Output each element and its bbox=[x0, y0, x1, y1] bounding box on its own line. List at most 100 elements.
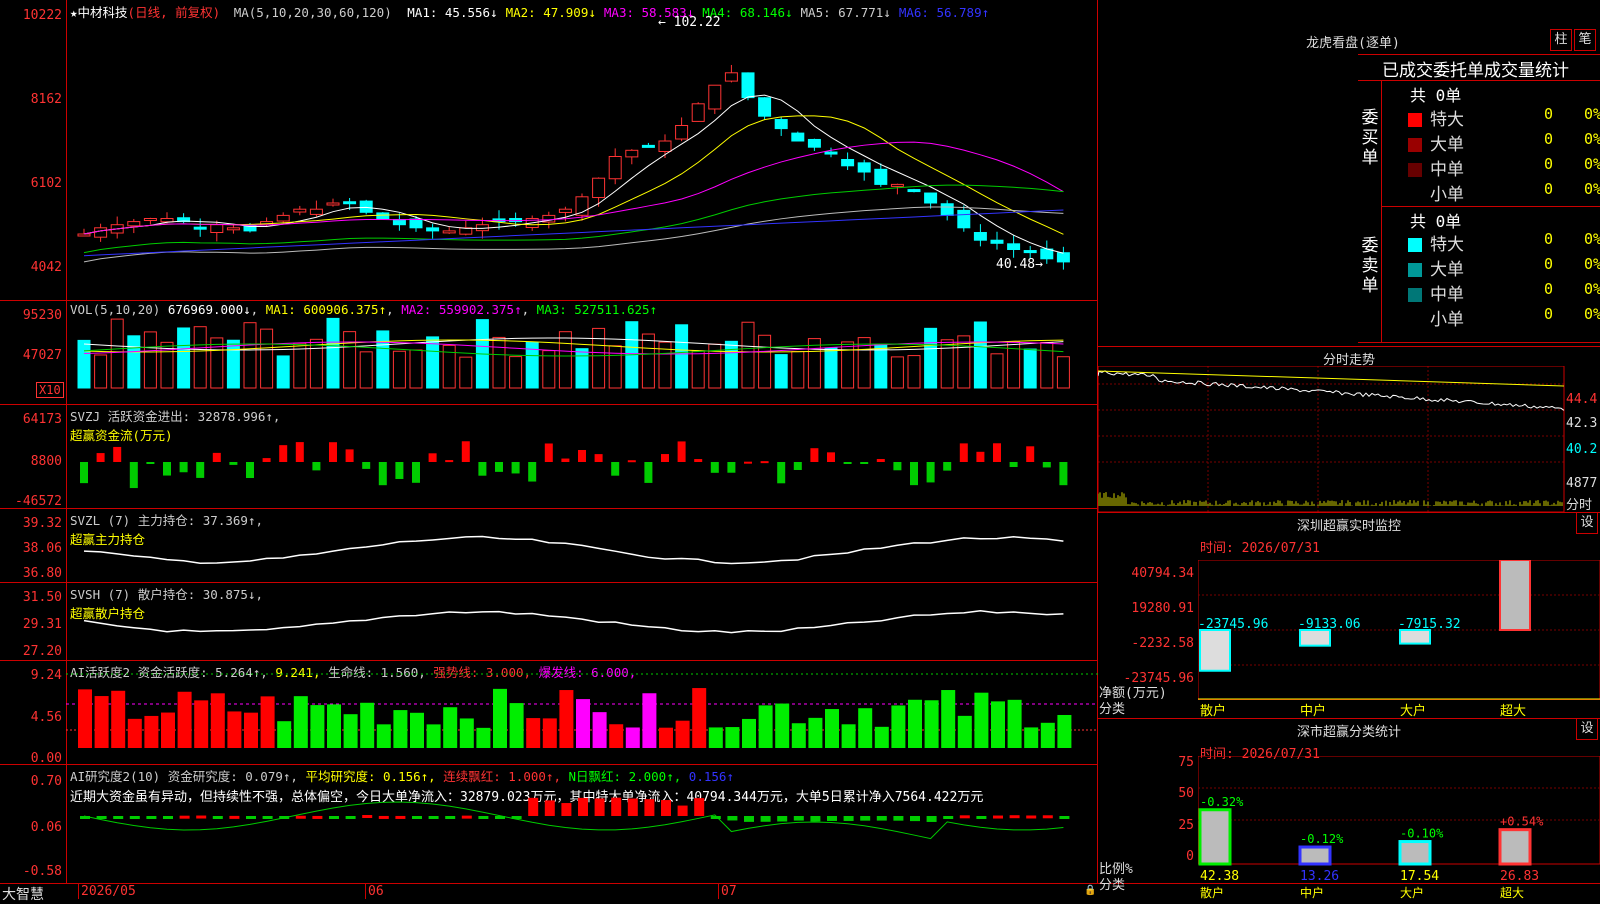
candle bbox=[392, 219, 406, 226]
volume-bar bbox=[210, 337, 224, 389]
candle bbox=[226, 227, 240, 231]
ratio-chart[interactable]: -0.32% 42.38 -0.12% 13.26 -0.10% 17.54 +0.54% 2… bbox=[1198, 756, 1600, 884]
research-bar bbox=[528, 797, 539, 816]
net-bar bbox=[1399, 629, 1431, 645]
activity-bar bbox=[825, 709, 839, 748]
order-row: 中单 0 0% bbox=[1408, 280, 1600, 305]
volume-bar bbox=[376, 330, 390, 389]
volume-bar bbox=[592, 327, 606, 389]
activity-chart[interactable] bbox=[66, 660, 1098, 764]
volume-bar bbox=[127, 335, 141, 389]
research-bar bbox=[843, 816, 854, 821]
candle bbox=[276, 214, 290, 222]
color-swatch bbox=[1408, 238, 1422, 252]
axis-label: 8800 bbox=[30, 454, 62, 469]
ratio-bar bbox=[1498, 828, 1532, 866]
candle bbox=[625, 149, 639, 158]
research-bar bbox=[976, 816, 987, 819]
candle bbox=[907, 189, 921, 193]
activity-bar bbox=[1024, 727, 1039, 748]
volume-bar bbox=[940, 339, 954, 389]
flow-bar bbox=[246, 462, 254, 479]
candle bbox=[127, 221, 141, 227]
candle bbox=[442, 230, 456, 234]
dragon-title: 龙虎看盘(逐单) bbox=[1306, 36, 1400, 51]
axis-label: 75 bbox=[1178, 755, 1194, 770]
order-pct: 0% bbox=[1584, 230, 1600, 248]
axis-label: 25 bbox=[1178, 818, 1194, 833]
activity-bar bbox=[293, 696, 308, 748]
activity-bar bbox=[260, 696, 275, 748]
volume-bar bbox=[276, 355, 290, 389]
candle bbox=[841, 158, 855, 167]
candle bbox=[758, 97, 772, 117]
volume-bar bbox=[575, 348, 589, 389]
flow-bar bbox=[1009, 462, 1018, 468]
order-pct: 0% bbox=[1584, 280, 1600, 298]
volume-bar bbox=[243, 322, 257, 389]
volume-bar bbox=[907, 355, 921, 389]
activity-bar bbox=[874, 726, 889, 748]
flow-bar bbox=[876, 458, 885, 462]
flow-bar bbox=[212, 452, 221, 462]
order-type: 中单 bbox=[1430, 285, 1464, 305]
volume-bar bbox=[226, 339, 240, 389]
bar-view-button[interactable]: 柱 bbox=[1550, 29, 1572, 51]
activity-bar bbox=[1057, 714, 1072, 748]
activity-bar bbox=[692, 688, 707, 748]
main-holding-chart[interactable] bbox=[66, 508, 1098, 582]
candle bbox=[824, 151, 838, 155]
volume-bar bbox=[924, 327, 938, 389]
flow-bar bbox=[694, 459, 703, 462]
axis-label: 0.00 bbox=[30, 751, 62, 766]
chart-area[interactable]: ★中材科技(日线, 前复权) MA(5,10,20,30,60,120) MA1… bbox=[0, 0, 1098, 900]
volume-bar bbox=[110, 318, 124, 389]
pct-label: -0.10% bbox=[1400, 827, 1444, 841]
candle bbox=[807, 138, 821, 148]
net-bar bbox=[1299, 629, 1331, 647]
flow-bar bbox=[295, 442, 304, 462]
order-pct: 0% bbox=[1584, 155, 1600, 173]
volume-bar bbox=[359, 351, 373, 389]
candle bbox=[1007, 243, 1021, 250]
flow-bar bbox=[378, 462, 387, 486]
activity-bar bbox=[725, 727, 740, 748]
volume-bar bbox=[774, 354, 788, 389]
monitor-settings-button[interactable]: 设 bbox=[1576, 512, 1598, 534]
flow-bar bbox=[1059, 462, 1068, 486]
research-bar bbox=[146, 816, 157, 819]
retail-holding-chart[interactable] bbox=[66, 582, 1098, 660]
flow-bar bbox=[262, 458, 271, 462]
order-pct: 0% bbox=[1584, 105, 1600, 123]
activity-bar bbox=[277, 721, 292, 748]
research-chart[interactable] bbox=[66, 764, 1098, 883]
activity-bar bbox=[775, 703, 790, 748]
volume-chart[interactable] bbox=[66, 300, 1098, 404]
volume-bar bbox=[143, 331, 157, 389]
research-bar bbox=[876, 816, 887, 821]
candle bbox=[691, 103, 705, 122]
order-count: 0 bbox=[1544, 230, 1554, 248]
research-bar bbox=[943, 816, 954, 819]
candle bbox=[791, 132, 805, 142]
volume-bar bbox=[675, 324, 689, 389]
volume-bar bbox=[1040, 341, 1054, 389]
candlestick-chart[interactable]: ← 102.22 40.48→ bbox=[66, 0, 1098, 300]
flow-bar bbox=[893, 462, 902, 471]
order-row: 小单 0 0% bbox=[1408, 180, 1600, 205]
flow-bar bbox=[760, 461, 769, 464]
research-bar bbox=[893, 816, 904, 821]
fund-flow-chart[interactable] bbox=[66, 404, 1098, 508]
tick-view-button[interactable]: 笔 bbox=[1574, 29, 1596, 51]
ratio-value: 26.83 bbox=[1500, 869, 1539, 884]
activity-bar bbox=[526, 718, 541, 748]
axis-label: 0.70 bbox=[30, 774, 62, 789]
net-amount-chart[interactable]: -23745.96-9133.06-7915.3240794.34 bbox=[1198, 560, 1600, 700]
candle bbox=[924, 192, 938, 204]
intraday-chart[interactable] bbox=[1098, 366, 1600, 512]
axis-label: 4042 bbox=[30, 260, 62, 275]
order-type: 大单 bbox=[1430, 260, 1464, 280]
flow-bar bbox=[80, 462, 88, 484]
volume-bar bbox=[874, 344, 888, 389]
classify-settings-button[interactable]: 设 bbox=[1576, 718, 1598, 740]
